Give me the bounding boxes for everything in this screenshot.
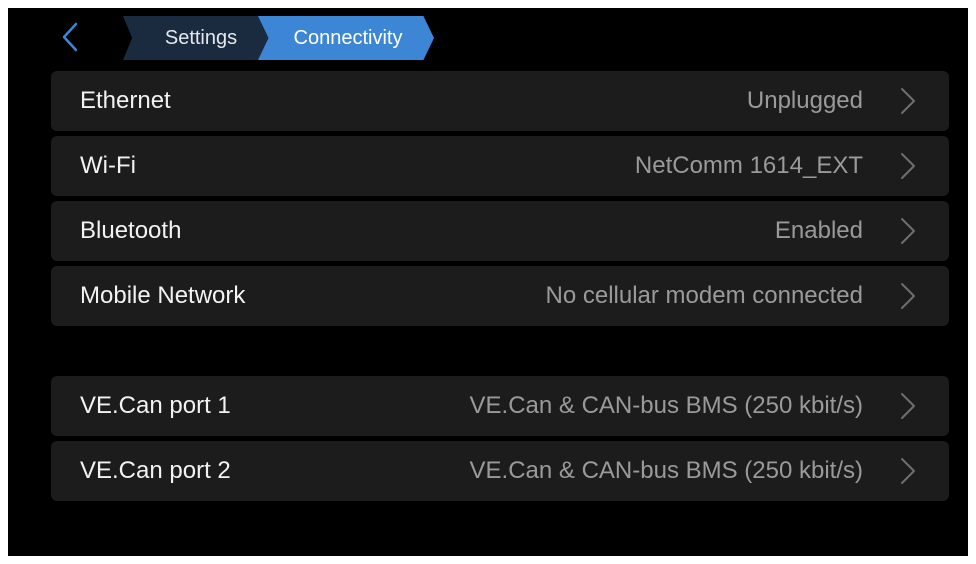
back-button[interactable] bbox=[54, 20, 88, 54]
row-label: VE.Can port 2 bbox=[80, 457, 231, 484]
breadcrumb-settings[interactable]: Settings bbox=[123, 16, 275, 60]
row-value: No cellular modem connected bbox=[545, 282, 864, 309]
row-label: Wi-Fi bbox=[80, 152, 136, 179]
chevron-right-icon bbox=[899, 457, 917, 485]
chevron-right-icon bbox=[899, 217, 917, 245]
chevron-right-icon bbox=[899, 87, 917, 115]
row-value: Enabled bbox=[774, 217, 863, 244]
chevron-right-icon bbox=[899, 392, 917, 420]
chevron-left-icon bbox=[62, 22, 78, 52]
row-bluetooth[interactable]: Bluetooth Enabled bbox=[51, 201, 949, 261]
row-mobile-network[interactable]: Mobile Network No cellular modem connect… bbox=[51, 266, 949, 326]
row-value: Unplugged bbox=[746, 87, 863, 114]
row-vecan-port-1[interactable]: VE.Can port 1 VE.Can & CAN-bus BMS (250 … bbox=[51, 376, 949, 436]
row-value: VE.Can & CAN-bus BMS (250 kbit/s) bbox=[469, 392, 863, 419]
row-label: Bluetooth bbox=[80, 217, 182, 244]
top-bar: Settings Connectivity bbox=[8, 8, 968, 68]
row-wifi[interactable]: Wi-Fi NetComm 1614_EXT bbox=[51, 136, 949, 196]
row-value: NetComm 1614_EXT bbox=[634, 152, 863, 179]
breadcrumb-connectivity-label: Connectivity bbox=[293, 26, 403, 49]
chevron-right-icon bbox=[899, 152, 917, 180]
row-label: Ethernet bbox=[80, 87, 171, 114]
row-vecan-port-2[interactable]: VE.Can port 2 VE.Can & CAN-bus BMS (250 … bbox=[51, 441, 949, 501]
row-ethernet[interactable]: Ethernet Unplugged bbox=[51, 71, 949, 131]
breadcrumb-settings-label: Settings bbox=[164, 26, 238, 49]
row-value: VE.Can & CAN-bus BMS (250 kbit/s) bbox=[469, 457, 863, 484]
row-label: VE.Can port 1 bbox=[80, 392, 231, 419]
breadcrumb-connectivity[interactable]: Connectivity bbox=[258, 16, 434, 60]
connectivity-screen: Settings Connectivity Ethernet Unplugged… bbox=[8, 8, 968, 556]
chevron-right-icon bbox=[899, 282, 917, 310]
row-label: Mobile Network bbox=[80, 282, 246, 309]
